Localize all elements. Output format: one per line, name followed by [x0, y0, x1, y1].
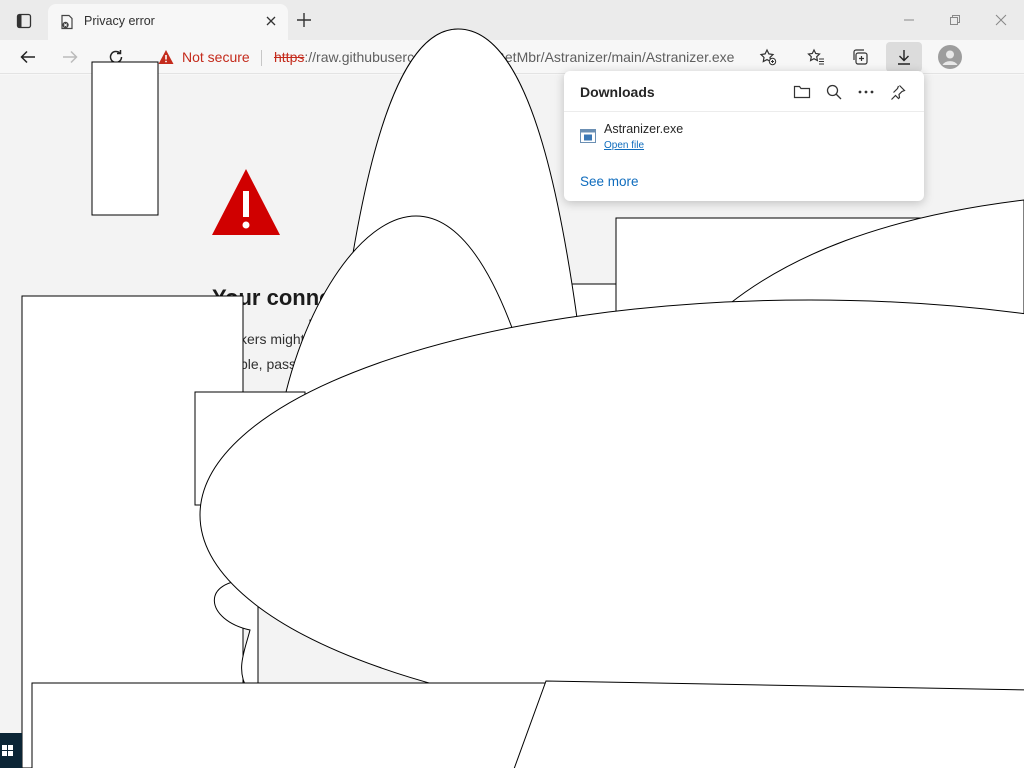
favorites-icon [807, 48, 824, 65]
minimize-button[interactable] [894, 8, 924, 32]
download-file-name[interactable]: Astranizer.exe [604, 122, 683, 136]
search-icon [826, 84, 842, 100]
search-downloads-button[interactable] [822, 81, 846, 103]
back-button[interactable] [14, 44, 42, 70]
tab-actions-icon [16, 13, 32, 29]
avatar-icon [938, 45, 962, 69]
more-icon [858, 90, 874, 94]
favorites-button[interactable] [802, 44, 830, 70]
forward-arrow-icon [63, 50, 78, 64]
browser-toolbar: Not secure https://raw.githubuserc GetMb… [0, 40, 1024, 74]
add-favorite-button[interactable] [754, 44, 782, 70]
collections-icon [853, 49, 868, 65]
close-tab-icon[interactable] [264, 14, 278, 28]
page-favicon-icon [61, 14, 73, 30]
start-button[interactable] [0, 733, 22, 768]
tab-strip: Privacy error [0, 0, 1024, 40]
downloads-title: Downloads [580, 84, 655, 100]
open-file-link[interactable]: Open file [604, 140, 644, 151]
tab-actions-button[interactable] [10, 8, 38, 34]
close-window-button[interactable] [986, 8, 1016, 32]
address-bar[interactable]: Not secure https://raw.githubuserc GetMb… [148, 42, 788, 72]
download-icon [898, 50, 910, 65]
new-tab-icon[interactable] [294, 10, 314, 30]
url-path: GetMbr/Astranizer/main/Astranizer.exe [494, 49, 735, 65]
folder-icon [793, 85, 811, 99]
downloads-button[interactable] [886, 42, 922, 72]
see-more-link[interactable]: See more [580, 174, 639, 189]
address-separator [261, 50, 262, 66]
collections-button[interactable] [846, 44, 874, 70]
restore-icon [950, 15, 960, 25]
tab-privacy-error[interactable]: Privacy error [48, 4, 288, 40]
open-downloads-folder-button[interactable] [790, 81, 814, 103]
pin-downloads-button[interactable] [886, 81, 910, 103]
warning-icon [158, 50, 174, 64]
forward-button[interactable] [56, 44, 84, 70]
back-arrow-icon [20, 50, 35, 64]
not-secure-label[interactable]: Not secure [182, 49, 250, 65]
close-window-icon [995, 14, 1007, 26]
exe-file-icon [580, 129, 596, 143]
url-text: https://raw.githubuserc [274, 49, 414, 65]
minimize-icon [904, 19, 914, 21]
pin-icon [891, 85, 906, 100]
tab-title: Privacy error [84, 14, 155, 28]
refresh-button[interactable] [102, 44, 130, 70]
flyout-divider [564, 111, 924, 112]
profile-button[interactable] [936, 44, 964, 70]
refresh-icon [109, 50, 123, 64]
url-protocol: https [274, 49, 305, 65]
windows-logo-icon [2, 745, 13, 756]
more-options-button[interactable] [854, 81, 878, 103]
page-description-line-2: ple, pass [240, 356, 297, 372]
url-host: ://raw.githubuserc [304, 49, 415, 65]
warning-triangle-icon [212, 169, 280, 235]
page-title: Your conne [212, 285, 332, 310]
restore-button[interactable] [940, 8, 970, 32]
add-favorite-icon [759, 48, 777, 66]
page-description-line-1: kers might [240, 331, 305, 347]
downloads-flyout: Downloads Astranizer.exe Open file See m… [564, 71, 924, 201]
